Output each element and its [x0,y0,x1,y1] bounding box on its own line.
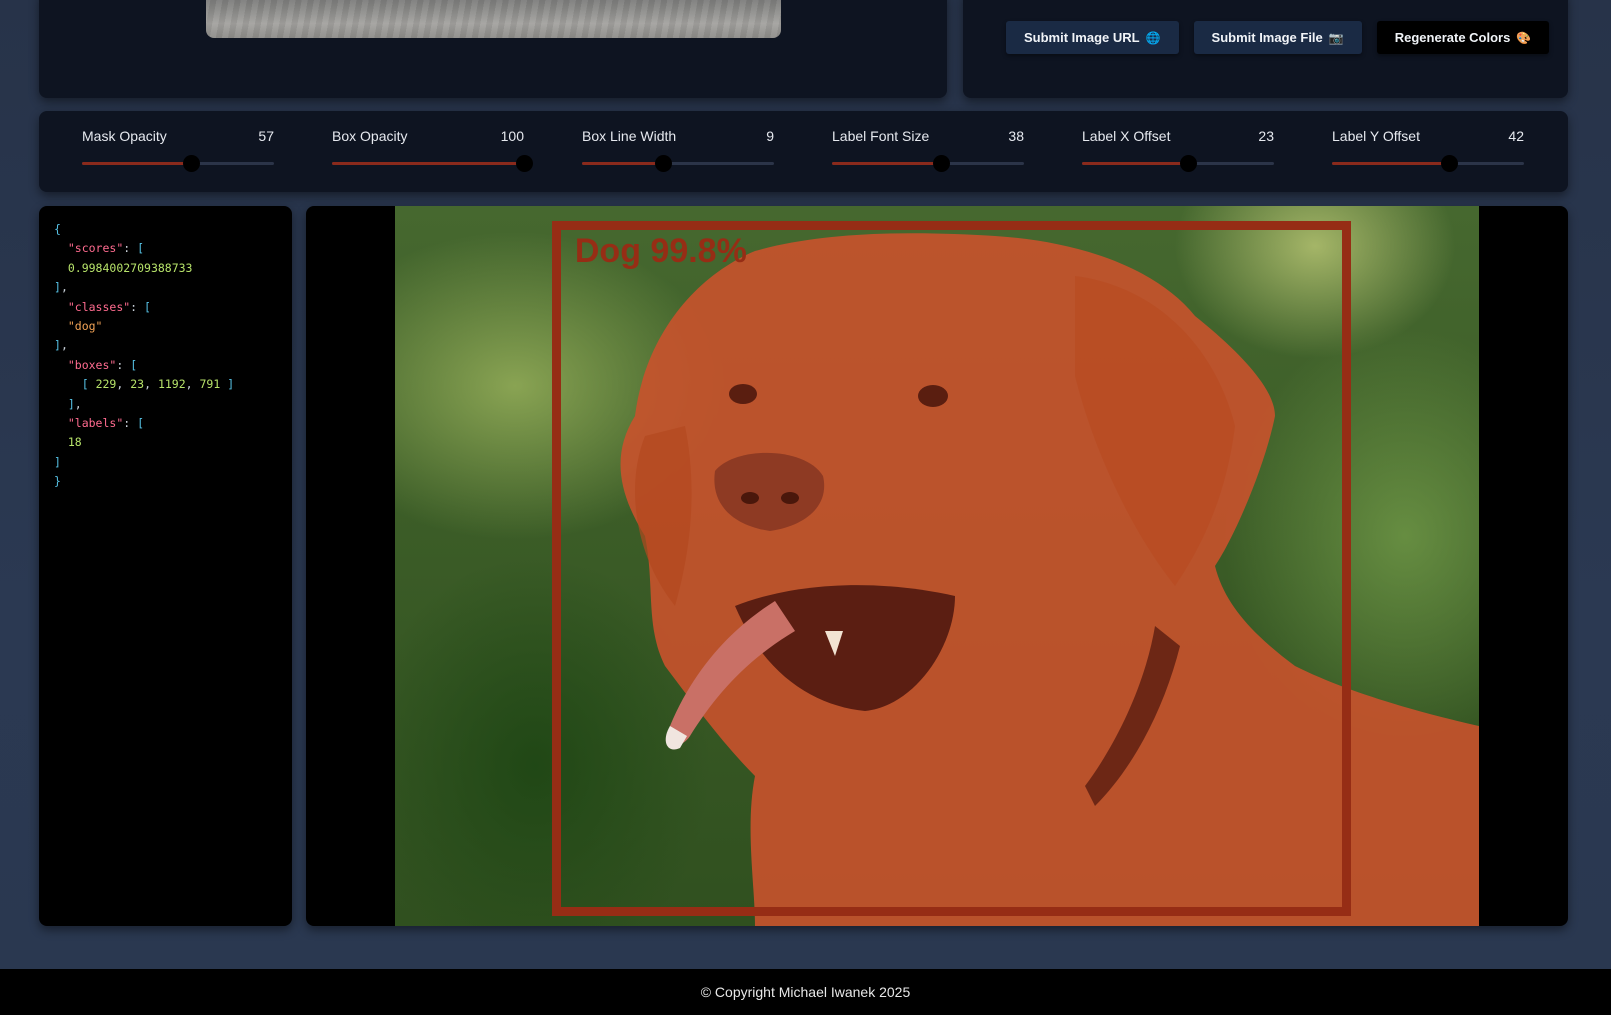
label-y-offset-slider-fill [1332,162,1450,165]
json-class-value: "dog" [67,319,103,334]
label-y-offset-label: Label Y Offset [1332,128,1420,144]
camera-icon: 📷 [1328,30,1344,45]
submit-image-url-label: Submit Image URL [1024,30,1140,45]
visualization-controls: Mask Opacity 57 Box Opacity 100 Box Line… [39,111,1568,192]
box-line-width-control: Box Line Width 9 [582,128,774,172]
mask-opacity-control: Mask Opacity 57 [82,128,274,172]
label-font-size-label: Label Font Size [832,128,930,144]
box-opacity-control: Box Opacity 100 [332,128,533,172]
label-x-offset-slider-fill [1082,162,1188,165]
box-opacity-label: Box Opacity [332,128,408,144]
label-font-size-slider[interactable] [832,155,1024,172]
copyright-text: © Copyright Michael Iwanek 2025 [700,984,911,1000]
json-label-value: 18 [67,435,82,450]
label-font-size-value: 38 [1008,128,1024,144]
box-opacity-slider-thumb[interactable] [516,155,533,172]
label-y-offset-control: Label Y Offset 42 [1332,128,1524,172]
source-image-thumbnail [206,0,781,38]
box-opacity-slider-fill [332,162,524,165]
detection-bounding-box [551,221,1352,916]
mask-opacity-slider-fill [82,162,192,165]
mask-opacity-slider[interactable] [82,155,274,172]
label-x-offset-control: Label X Offset 23 [1082,128,1274,172]
box-opacity-value: 100 [500,128,524,144]
detection-label: Dog 99.8% [574,232,747,271]
json-box-value: 1192 [157,377,186,392]
regenerate-colors-label: Regenerate Colors [1394,30,1511,45]
json-labels-key: "labels" [67,416,124,431]
box-line-width-label: Box Line Width [582,128,677,144]
label-font-size-control: Label Font Size 38 [832,128,1024,172]
label-y-offset-slider[interactable] [1332,155,1524,172]
submit-image-url-button[interactable]: Submit Image URL 🌐 [1006,21,1179,54]
palette-icon: 🎨 [1516,30,1532,45]
image-input-card: Submit Image URL 🌐 Submit Image File 📷 R… [963,0,1568,98]
json-box-value: 23 [130,377,145,392]
image-preview-card [39,0,947,98]
regenerate-colors-button[interactable]: Regenerate Colors 🎨 [1376,21,1550,54]
json-box-value: 791 [199,377,221,392]
json-boxes-key: "boxes" [67,357,117,372]
label-x-offset-slider-thumb[interactable] [1179,155,1197,172]
mask-opacity-slider-thumb[interactable] [183,155,201,172]
box-line-width-slider-fill [582,162,663,165]
label-font-size-slider-thumb[interactable] [933,155,951,172]
label-x-offset-slider[interactable] [1082,155,1274,172]
label-y-offset-value: 42 [1508,128,1524,144]
submit-image-file-label: Submit Image File [1211,30,1323,45]
json-scores-key: "scores" [67,241,124,256]
submit-image-file-button[interactable]: Submit Image File 📷 [1193,21,1362,54]
detection-image: Dog 99.8% [395,206,1479,926]
label-font-size-slider-fill [832,162,942,165]
json-classes-key: "classes" [67,299,131,314]
globe-icon: 🌐 [1145,30,1161,45]
label-x-offset-value: 23 [1258,128,1274,144]
mask-opacity-value: 57 [258,128,274,144]
box-opacity-slider[interactable] [332,155,533,172]
json-box-value: 229 [95,377,117,392]
json-output-code: { "scores": [ 0.9984002709388733 ], "cla… [54,222,235,489]
label-y-offset-slider-thumb[interactable] [1441,155,1459,172]
label-x-offset-label: Label X Offset [1082,128,1171,144]
box-line-width-value: 9 [766,128,774,144]
mask-opacity-label: Mask Opacity [82,128,167,144]
detection-viewer: Dog 99.8% [306,206,1568,926]
footer: © Copyright Michael Iwanek 2025 [0,969,1611,1015]
json-score-value: 0.9984002709388733 [67,260,193,275]
action-buttons: Submit Image URL 🌐 Submit Image File 📷 R… [1006,21,1550,54]
box-line-width-slider[interactable] [582,155,774,172]
json-output-panel: { "scores": [ 0.9984002709388733 ], "cla… [39,206,292,926]
box-line-width-slider-thumb[interactable] [654,155,672,172]
